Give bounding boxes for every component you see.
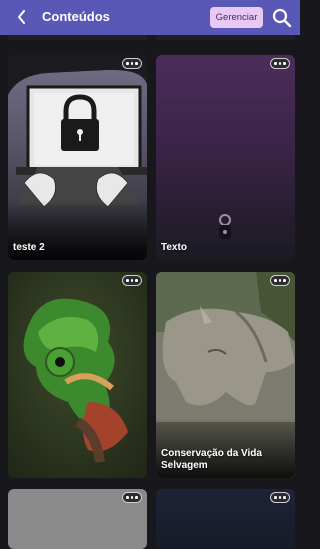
back-button[interactable]: [12, 7, 32, 27]
content-card[interactable]: Texto: [156, 55, 295, 260]
more-dots-icon: [274, 496, 286, 499]
content-card[interactable]: [8, 489, 147, 549]
content-card[interactable]: [8, 272, 147, 478]
more-dots-icon: [126, 62, 138, 65]
partial-card-top-left: [8, 35, 147, 40]
chameleon-photo: [8, 272, 147, 478]
card-title: teste 2: [13, 242, 45, 253]
more-options-button[interactable]: [270, 58, 290, 69]
lock-icon: [219, 214, 231, 239]
search-button[interactable]: [271, 7, 293, 29]
page-title: Conteúdos: [42, 9, 110, 24]
search-icon: [272, 8, 292, 28]
content-card[interactable]: [156, 489, 295, 549]
card-title: Texto: [161, 242, 187, 253]
more-options-button[interactable]: [270, 492, 290, 503]
chevron-left-icon: [18, 10, 25, 24]
more-dots-icon: [274, 62, 286, 65]
app-header: Conteúdos Gerenciar: [0, 0, 300, 35]
partial-card-top-right: [156, 35, 295, 40]
more-options-button[interactable]: [122, 492, 142, 503]
content-card[interactable]: Conservação da Vida Selvagem: [156, 272, 295, 478]
more-dots-icon: [126, 279, 138, 282]
manage-button[interactable]: Gerenciar: [210, 7, 263, 28]
more-dots-icon: [274, 279, 286, 282]
more-dots-icon: [126, 496, 138, 499]
more-options-button[interactable]: [122, 58, 142, 69]
more-options-button[interactable]: [270, 275, 290, 286]
content-card[interactable]: teste 2: [8, 55, 147, 260]
more-options-button[interactable]: [122, 275, 142, 286]
card-title: Conservação da Vida Selvagem: [161, 448, 262, 471]
